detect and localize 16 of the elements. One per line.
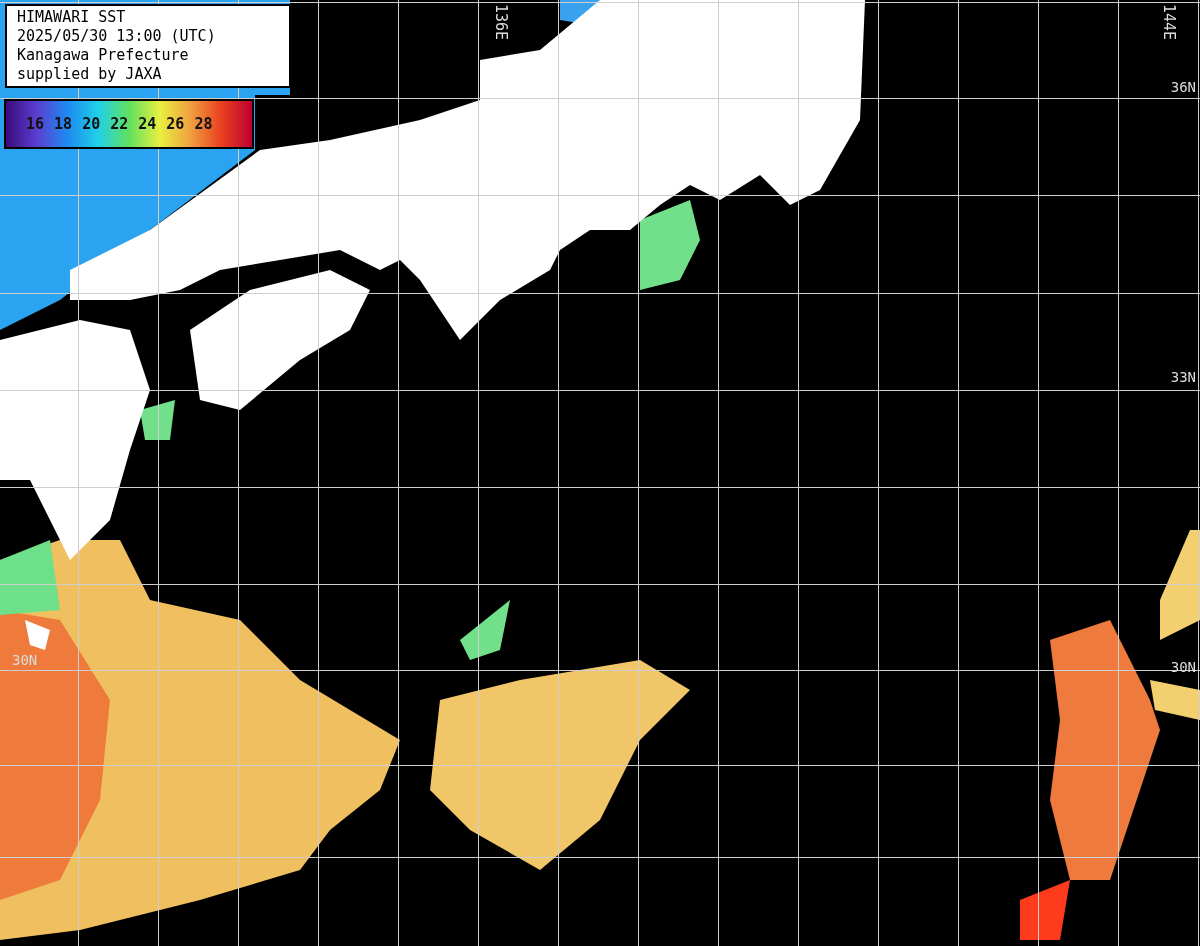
longitude-label: 144E (1161, 4, 1176, 41)
longitude-label: 136E (493, 4, 508, 41)
info-text: 2025/05/30 13:00 (UTC) (17, 27, 217, 46)
latitude-label: 33N (1170, 370, 1196, 384)
legend-tick-label: 16 (26, 116, 45, 132)
legend-tick-label: 26 (166, 116, 185, 132)
info-text: supplied by JAXA (17, 65, 163, 84)
legend-tick-label: 18 (54, 116, 73, 132)
legend-tick-label: 24 (138, 116, 157, 132)
info-text: Kanagawa Prefecture (17, 46, 190, 65)
latitude-label: 30N (12, 653, 38, 667)
legend-tick-label: 20 (82, 116, 101, 132)
legend-tick-label: 22 (110, 116, 129, 132)
legend-tick-label: 28 (194, 116, 213, 132)
latitude-label: 36N (1170, 80, 1196, 94)
info-text: HIMAWARI SST (17, 8, 127, 27)
